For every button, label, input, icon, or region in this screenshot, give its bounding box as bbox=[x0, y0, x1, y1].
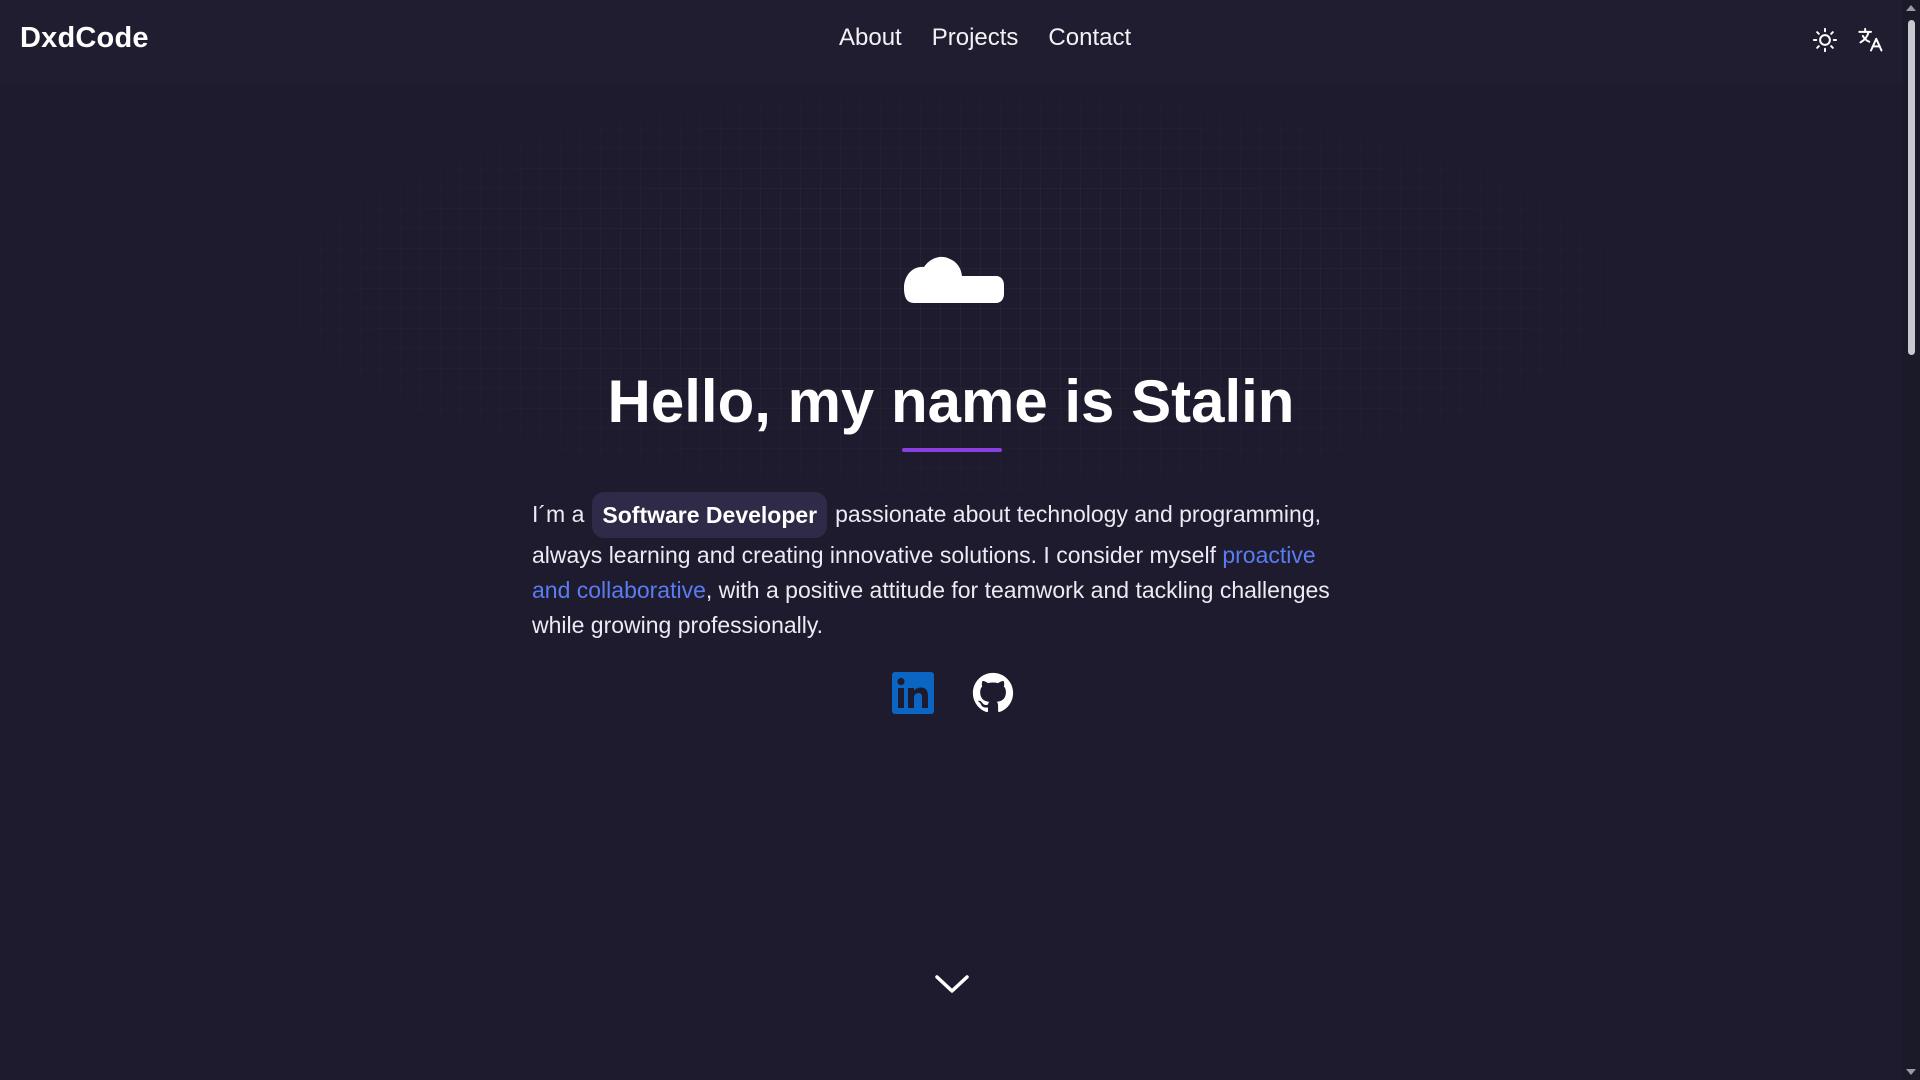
title-underline bbox=[902, 448, 1002, 452]
social-links bbox=[892, 672, 1014, 714]
main-nav: About Projects Contact bbox=[839, 24, 1131, 52]
site-logo[interactable]: DxdCode bbox=[20, 22, 149, 55]
hero-title: Hello, my name is Stalin bbox=[607, 368, 1295, 435]
sun-icon[interactable] bbox=[1811, 26, 1839, 54]
github-icon[interactable] bbox=[972, 672, 1014, 714]
scroll-down-arrow[interactable] bbox=[1906, 1069, 1916, 1075]
scroll-thumb[interactable] bbox=[1908, 20, 1915, 355]
page-scrollbar[interactable] bbox=[1902, 0, 1920, 1080]
role-badge: Software Developer bbox=[592, 492, 828, 538]
nav-projects[interactable]: Projects bbox=[932, 24, 1019, 52]
nav-about[interactable]: About bbox=[839, 24, 902, 52]
page: DxdCode About Projects Contact Hello, my… bbox=[0, 0, 1920, 1080]
cloud-icon bbox=[904, 256, 1004, 303]
site-header: DxdCode About Projects Contact bbox=[0, 0, 1902, 84]
scroll-down-icon[interactable] bbox=[934, 973, 970, 995]
linkedin-icon[interactable] bbox=[892, 672, 934, 714]
scroll-up-arrow[interactable] bbox=[1906, 5, 1916, 11]
grid-background bbox=[0, 88, 1902, 538]
intro-prefix: I´m a bbox=[532, 501, 585, 527]
intro-paragraph: I´m a Software Developer passionate about … bbox=[532, 492, 1352, 643]
translate-icon[interactable] bbox=[1857, 26, 1885, 54]
nav-contact[interactable]: Contact bbox=[1048, 24, 1131, 52]
